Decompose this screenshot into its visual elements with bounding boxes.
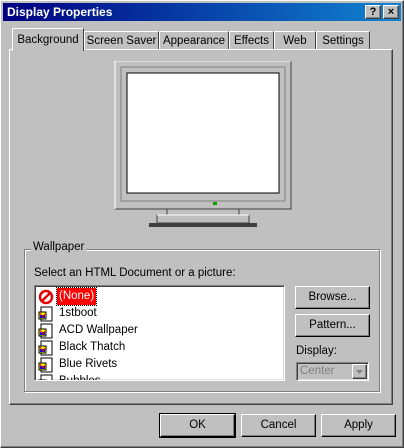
tab-label: Background <box>17 34 79 46</box>
tab-label: Web <box>283 35 307 47</box>
list-item-label: Bubbles <box>59 375 101 381</box>
close-icon: × <box>387 6 395 18</box>
list-item-label: (None) <box>55 287 98 306</box>
wallpaper-legend: Wallpaper <box>31 241 87 253</box>
cancel-button[interactable]: Cancel <box>241 414 316 437</box>
list-item[interactable]: ACD Wallpaper <box>38 322 140 339</box>
tab-background[interactable]: Background <box>12 28 84 51</box>
tab-screen-saver[interactable]: Screen Saver <box>84 31 159 49</box>
tab-label: Appearance <box>162 35 226 47</box>
wallpaper-listbox[interactable]: (None) 1stboot ACD Wallpaper Black Thatc… <box>34 285 285 381</box>
tab-appearance[interactable]: Appearance <box>159 31 229 49</box>
ok-button[interactable]: OK <box>159 413 236 438</box>
apply-button[interactable]: Apply <box>321 414 396 437</box>
bitmap-file-icon <box>38 374 53 380</box>
window-title: Display Properties <box>7 5 113 19</box>
list-item-label: Black Thatch <box>59 341 126 353</box>
help-button[interactable]: ? <box>365 5 381 19</box>
list-item[interactable]: Blue Rivets <box>38 356 119 373</box>
help-icon: ? <box>369 6 377 18</box>
close-button[interactable]: × <box>383 5 399 19</box>
monitor-preview <box>114 61 292 227</box>
dropdown-button[interactable] <box>352 364 367 379</box>
cancel-label: Cancel <box>260 419 297 431</box>
browse-button[interactable]: Browse... <box>295 286 370 309</box>
tab-label: Effects <box>234 35 269 47</box>
chevron-down-icon <box>356 370 363 374</box>
no-symbol-icon <box>38 289 54 304</box>
tab-label: Screen Saver <box>86 35 157 47</box>
bitmap-file-icon <box>38 323 53 338</box>
tab-web[interactable]: Web <box>274 31 316 49</box>
title-bar[interactable]: Display Properties ? × <box>3 3 401 21</box>
browse-label: Browse... <box>308 291 357 303</box>
tab-effects[interactable]: Effects <box>229 31 274 49</box>
dialog-window: Display Properties ? × Background Screen… <box>0 0 404 448</box>
list-item-label: ACD Wallpaper <box>59 324 138 336</box>
tab-settings[interactable]: Settings <box>316 31 370 49</box>
list-item[interactable]: (None) <box>38 287 98 306</box>
apply-label: Apply <box>344 419 373 431</box>
pattern-label: Pattern... <box>309 319 356 331</box>
bitmap-file-icon <box>38 357 53 372</box>
ok-label: OK <box>189 419 206 431</box>
tab-label: Settings <box>322 35 364 47</box>
display-select[interactable]: Center <box>296 362 369 381</box>
list-item-label: 1stboot <box>59 307 97 319</box>
list-item[interactable]: 1stboot <box>38 305 99 322</box>
list-item[interactable]: Bubbles <box>38 373 103 381</box>
list-item[interactable]: Black Thatch <box>38 339 127 356</box>
bitmap-file-icon <box>38 340 53 355</box>
pattern-button[interactable]: Pattern... <box>295 314 370 337</box>
display-value: Center <box>300 365 335 377</box>
display-label: Display: <box>296 345 337 357</box>
list-item-label: Blue Rivets <box>59 358 118 370</box>
wallpaper-prompt: Select an HTML Document or a picture: <box>34 267 236 279</box>
bitmap-file-icon <box>38 306 53 321</box>
